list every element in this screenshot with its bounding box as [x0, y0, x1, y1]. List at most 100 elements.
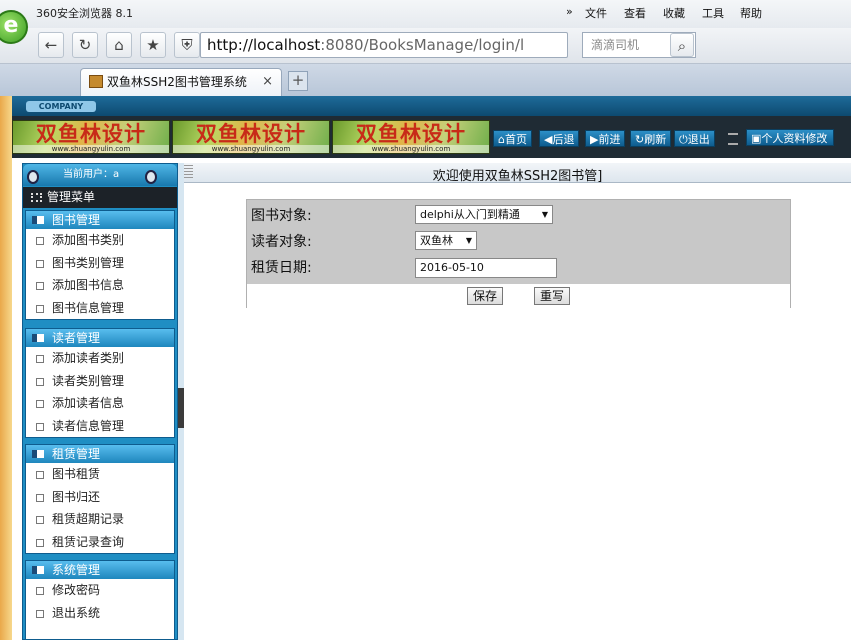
- shield-icon[interactable]: ⛨: [174, 32, 200, 58]
- browser-title: 360安全浏览器 8.1: [36, 7, 133, 20]
- browser-navbar: ← ↻ ⌂ ★ ⛨ http://localhost:8080/BooksMan…: [0, 28, 851, 64]
- menu-item-label: 读者信息管理: [52, 418, 125, 433]
- menu-item[interactable]: 修改密码: [26, 579, 174, 602]
- menu-item[interactable]: 添加读者信息: [26, 392, 174, 415]
- nav-back-button[interactable]: ◀后退: [539, 130, 580, 147]
- page-icon: [36, 493, 44, 502]
- browser-sidebar-strip: [0, 96, 12, 640]
- section-header[interactable]: 图书管理: [26, 211, 174, 229]
- nav-label: 后退: [552, 133, 575, 146]
- section-header[interactable]: 租赁管理: [26, 445, 174, 463]
- nav-label: 退出: [687, 133, 710, 146]
- back-arrow-icon[interactable]: ←: [38, 32, 64, 58]
- section-header[interactable]: 读者管理: [26, 329, 174, 347]
- nav-forward-button[interactable]: ▶前进: [585, 130, 626, 147]
- menu-item-label: 图书归还: [52, 489, 101, 504]
- menu-item-label: 退出系统: [52, 605, 101, 620]
- menu-overflow[interactable]: »: [566, 5, 573, 18]
- form-row-reader: 读者对象: 双鱼林 ▼: [247, 228, 792, 254]
- nav-label: 首页: [504, 133, 527, 146]
- nav-label: 个人资料修改: [761, 132, 828, 145]
- section-title: 租赁管理: [52, 447, 101, 461]
- menu-item-label: 租赁超期记录: [52, 512, 125, 526]
- menu-favorites[interactable]: 收藏: [663, 5, 685, 21]
- menu-item[interactable]: 租赁超期记录: [26, 508, 174, 531]
- menu-item-label: 添加读者类别: [52, 351, 125, 365]
- book-select[interactable]: delphi从入门到精通 ▼: [415, 205, 553, 224]
- nav-logout-button[interactable]: ⏻退出: [674, 130, 715, 147]
- page-content: COMPANY 双鱼林设计 www.shuangyulin.com 双鱼林设计 ww…: [12, 96, 851, 640]
- profile-icon: ▣: [751, 132, 762, 145]
- profile-edit-button[interactable]: ▣个人资料修改: [746, 129, 834, 146]
- header-top-band: [12, 96, 851, 116]
- menu-item[interactable]: 读者信息管理: [26, 415, 174, 438]
- book-select-value: delphi从入门到精通: [420, 208, 520, 221]
- menu-section-rentals: 租赁管理 图书租赁 图书归还 租赁超期记录 租赁记录查询: [25, 444, 175, 554]
- url-path: :8080/BooksManage/login/l: [320, 36, 525, 54]
- section-title: 系统管理: [52, 563, 101, 577]
- main-titlebar: 欢迎使用双鱼林SSH2图书管]: [184, 163, 851, 184]
- menu-item[interactable]: 租赁记录查询: [26, 531, 174, 554]
- menu-item[interactable]: 退出系统: [26, 602, 174, 625]
- page-icon: [36, 377, 44, 386]
- menu-item[interactable]: 图书信息管理: [26, 297, 174, 320]
- menu-item[interactable]: 图书类别管理: [26, 252, 174, 275]
- page-icon: [36, 538, 44, 547]
- tab-active[interactable]: 双鱼林SSH2图书管理系统 ×: [80, 68, 282, 96]
- menu-item[interactable]: 添加读者类别: [26, 347, 174, 370]
- section-header[interactable]: 系统管理: [26, 561, 174, 579]
- menu-item-label: 图书租赁: [52, 467, 101, 481]
- menu-item-label: 添加读者信息: [52, 396, 125, 410]
- knob-icon: [145, 170, 157, 184]
- tab-close-icon[interactable]: ×: [262, 69, 273, 95]
- left-menu: 当前用户：a 管理菜单 图书管理 添加图书类别 图书类别管理 添加图书信息 图书…: [22, 163, 178, 640]
- address-bar[interactable]: http://localhost:8080/BooksManage/login/…: [200, 32, 568, 58]
- nav-label: 刷新: [644, 133, 667, 146]
- menu-view[interactable]: 查看: [624, 5, 646, 21]
- section-title: 读者管理: [52, 331, 101, 345]
- nav-home-button[interactable]: ⌂首页: [493, 130, 532, 147]
- menu-section-books: 图书管理 添加图书类别 图书类别管理 添加图书信息 图书信息管理: [25, 210, 175, 320]
- menu-file[interactable]: 文件: [585, 5, 607, 21]
- header-separator: [728, 133, 738, 145]
- menu-item[interactable]: 添加图书信息: [26, 274, 174, 297]
- menu-help[interactable]: 帮助: [740, 5, 762, 21]
- search-icon[interactable]: ⌕: [670, 33, 694, 57]
- book-icon: [32, 450, 44, 458]
- tab-strip: 双鱼林SSH2图书管理系统 × +: [0, 64, 851, 96]
- menu-section-readers: 读者管理 添加读者类别 读者类别管理 添加读者信息 读者信息管理: [25, 328, 175, 438]
- refresh-icon[interactable]: ↻: [72, 32, 98, 58]
- home-icon: ⌂: [498, 133, 505, 146]
- grid-icon: [31, 193, 42, 202]
- menu-item[interactable]: 图书归还: [26, 486, 174, 509]
- rental-form: 图书对象: delphi从入门到精通 ▼ 读者对象: 双鱼林 ▼ 租赁日期: 201…: [246, 199, 791, 308]
- menu-tools[interactable]: 工具: [702, 5, 724, 21]
- home-icon[interactable]: ⌂: [106, 32, 132, 58]
- save-button[interactable]: 保存: [467, 287, 503, 305]
- logo-text: 双鱼林设计: [196, 122, 306, 146]
- logo-url: www.shuangyulin.com: [13, 145, 169, 153]
- browser-titlebar: 360安全浏览器 8.1 » 文件 查看 收藏 工具 帮助: [0, 0, 851, 28]
- nav-refresh-button[interactable]: ↻刷新: [630, 130, 672, 147]
- star-icon[interactable]: ★: [140, 32, 166, 58]
- menu-item[interactable]: 图书租赁: [26, 463, 174, 486]
- book-icon: [32, 216, 44, 224]
- menu-item-label: 租赁记录查询: [52, 534, 125, 549]
- page-icon: [36, 282, 44, 290]
- company-badge: COMPANY: [26, 101, 96, 112]
- new-tab-button[interactable]: +: [288, 71, 308, 91]
- menu-item[interactable]: 读者类别管理: [26, 370, 174, 393]
- reader-select[interactable]: 双鱼林 ▼: [415, 231, 477, 250]
- reader-select-value: 双鱼林: [420, 234, 453, 247]
- site-logo: 双鱼林设计 www.shuangyulin.com: [12, 120, 170, 154]
- site-logo: 双鱼林设计 www.shuangyulin.com: [172, 120, 330, 154]
- date-input[interactable]: 2016-05-10: [415, 258, 557, 278]
- page-icon: [36, 304, 44, 313]
- menu-item[interactable]: 添加图书类别: [26, 229, 174, 252]
- menu-item-label: 读者类别管理: [52, 373, 125, 388]
- reset-button[interactable]: 重写: [534, 287, 570, 305]
- menu-item-label: 图书类别管理: [52, 255, 125, 270]
- logo-text: 双鱼林设计: [36, 122, 146, 146]
- refresh-icon: ↻: [635, 133, 645, 146]
- url-host: http://localhost: [207, 36, 321, 54]
